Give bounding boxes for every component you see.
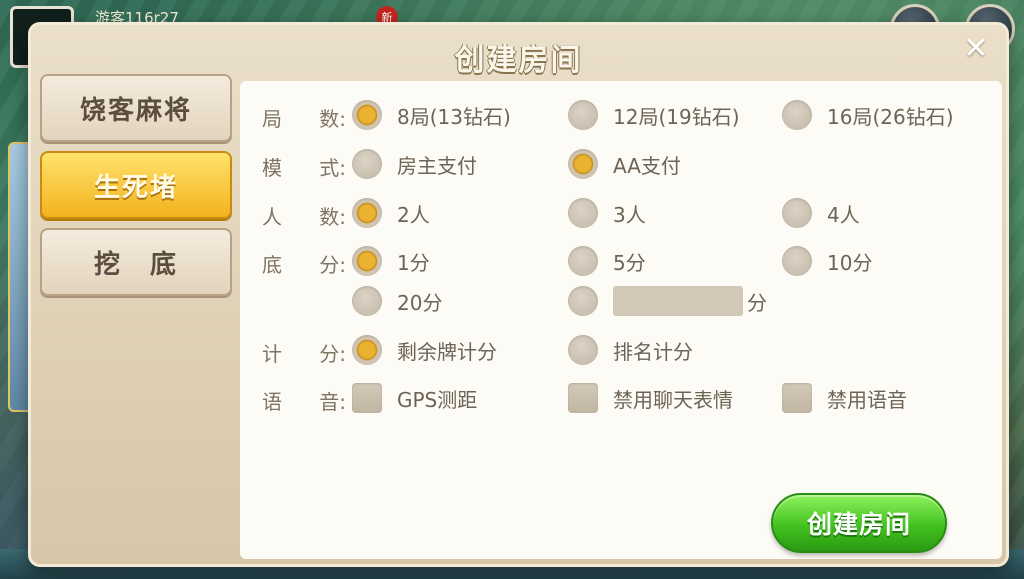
checkbox-icon[interactable] — [782, 383, 812, 413]
radio-selected-icon[interactable] — [352, 198, 382, 228]
players-option-4[interactable]: 4人 — [782, 195, 860, 231]
radio-icon[interactable] — [782, 100, 812, 130]
base-score-option-10[interactable]: 10分 — [782, 243, 872, 279]
radio-selected-icon[interactable] — [352, 335, 382, 365]
scoring-option-ranking[interactable]: 排名计分 — [568, 332, 693, 368]
mode-label: 模 式: — [262, 156, 346, 180]
voice-row: 语 音: GPS测距 禁用聊天表情 禁用语音 — [240, 380, 1002, 416]
gps-distance-checkbox[interactable]: GPS测距 — [352, 380, 477, 416]
players-label: 人 数: — [262, 205, 346, 229]
base-score-label: 底 分: — [262, 253, 346, 277]
base-score-row-2: 20分 分 — [240, 283, 1002, 319]
options-panel: 局 数: 8局(13钻石) 12局(19钻石) 16局(26钻石) 模 式: 房… — [240, 81, 1002, 559]
dialog-title: 创建房间 — [454, 43, 583, 78]
radio-icon[interactable] — [568, 335, 598, 365]
tab-shengsidu[interactable]: 生死堵 — [40, 151, 232, 219]
rounds-label: 局 数: — [262, 107, 346, 131]
base-score-option-custom[interactable]: 分 — [568, 283, 767, 319]
tab-wadi[interactable]: 挖 底 — [40, 228, 232, 296]
radio-selected-icon[interactable] — [352, 246, 382, 276]
mode-option-host-pays[interactable]: 房主支付 — [352, 146, 477, 182]
rounds-option-8[interactable]: 8局(13钻石) — [352, 97, 511, 133]
custom-score-input[interactable] — [613, 286, 743, 316]
game-type-tabs: 饶客麻将 生死堵 挖 底 — [40, 74, 232, 305]
radio-icon[interactable] — [568, 246, 598, 276]
mode-option-aa[interactable]: AA支付 — [568, 146, 681, 182]
voice-label: 语 音: — [262, 390, 346, 414]
scoring-row: 计 分: 剩余牌计分 排名计分 — [240, 332, 1002, 368]
radio-icon[interactable] — [782, 198, 812, 228]
base-score-row: 底 分: 1分 5分 10分 — [240, 243, 1002, 279]
radio-icon[interactable] — [568, 286, 598, 316]
rounds-option-12[interactable]: 12局(19钻石) — [568, 97, 740, 133]
radio-icon[interactable] — [568, 198, 598, 228]
players-option-3[interactable]: 3人 — [568, 195, 646, 231]
radio-icon[interactable] — [568, 100, 598, 130]
mode-row: 模 式: 房主支付 AA支付 — [240, 146, 1002, 182]
base-score-option-1[interactable]: 1分 — [352, 243, 430, 279]
radio-selected-icon[interactable] — [352, 100, 382, 130]
scoring-label: 计 分: — [262, 342, 346, 366]
checkbox-icon[interactable] — [352, 383, 382, 413]
players-row: 人 数: 2人 3人 4人 — [240, 195, 1002, 231]
disable-voice-checkbox[interactable]: 禁用语音 — [782, 380, 907, 416]
radio-selected-icon[interactable] — [568, 149, 598, 179]
radio-icon[interactable] — [352, 286, 382, 316]
rounds-row: 局 数: 8局(13钻石) 12局(19钻石) 16局(26钻石) — [240, 97, 1002, 133]
close-icon[interactable]: ✕ — [960, 33, 992, 65]
checkbox-icon[interactable] — [568, 383, 598, 413]
players-option-2[interactable]: 2人 — [352, 195, 430, 231]
rounds-option-16[interactable]: 16局(26钻石) — [782, 97, 954, 133]
scoring-option-remaining[interactable]: 剩余牌计分 — [352, 332, 497, 368]
create-room-dialog: 创建房间 ✕ 饶客麻将 生死堵 挖 底 局 数: 8局(13钻石) 12局(19… — [28, 22, 1009, 567]
radio-icon[interactable] — [782, 246, 812, 276]
disable-chat-emoji-checkbox[interactable]: 禁用聊天表情 — [568, 380, 733, 416]
base-score-option-20[interactable]: 20分 — [352, 283, 442, 319]
tab-raoke-mahjong[interactable]: 饶客麻将 — [40, 74, 232, 142]
base-score-option-5[interactable]: 5分 — [568, 243, 646, 279]
create-room-button[interactable]: 创建房间 — [771, 493, 947, 553]
radio-icon[interactable] — [352, 149, 382, 179]
